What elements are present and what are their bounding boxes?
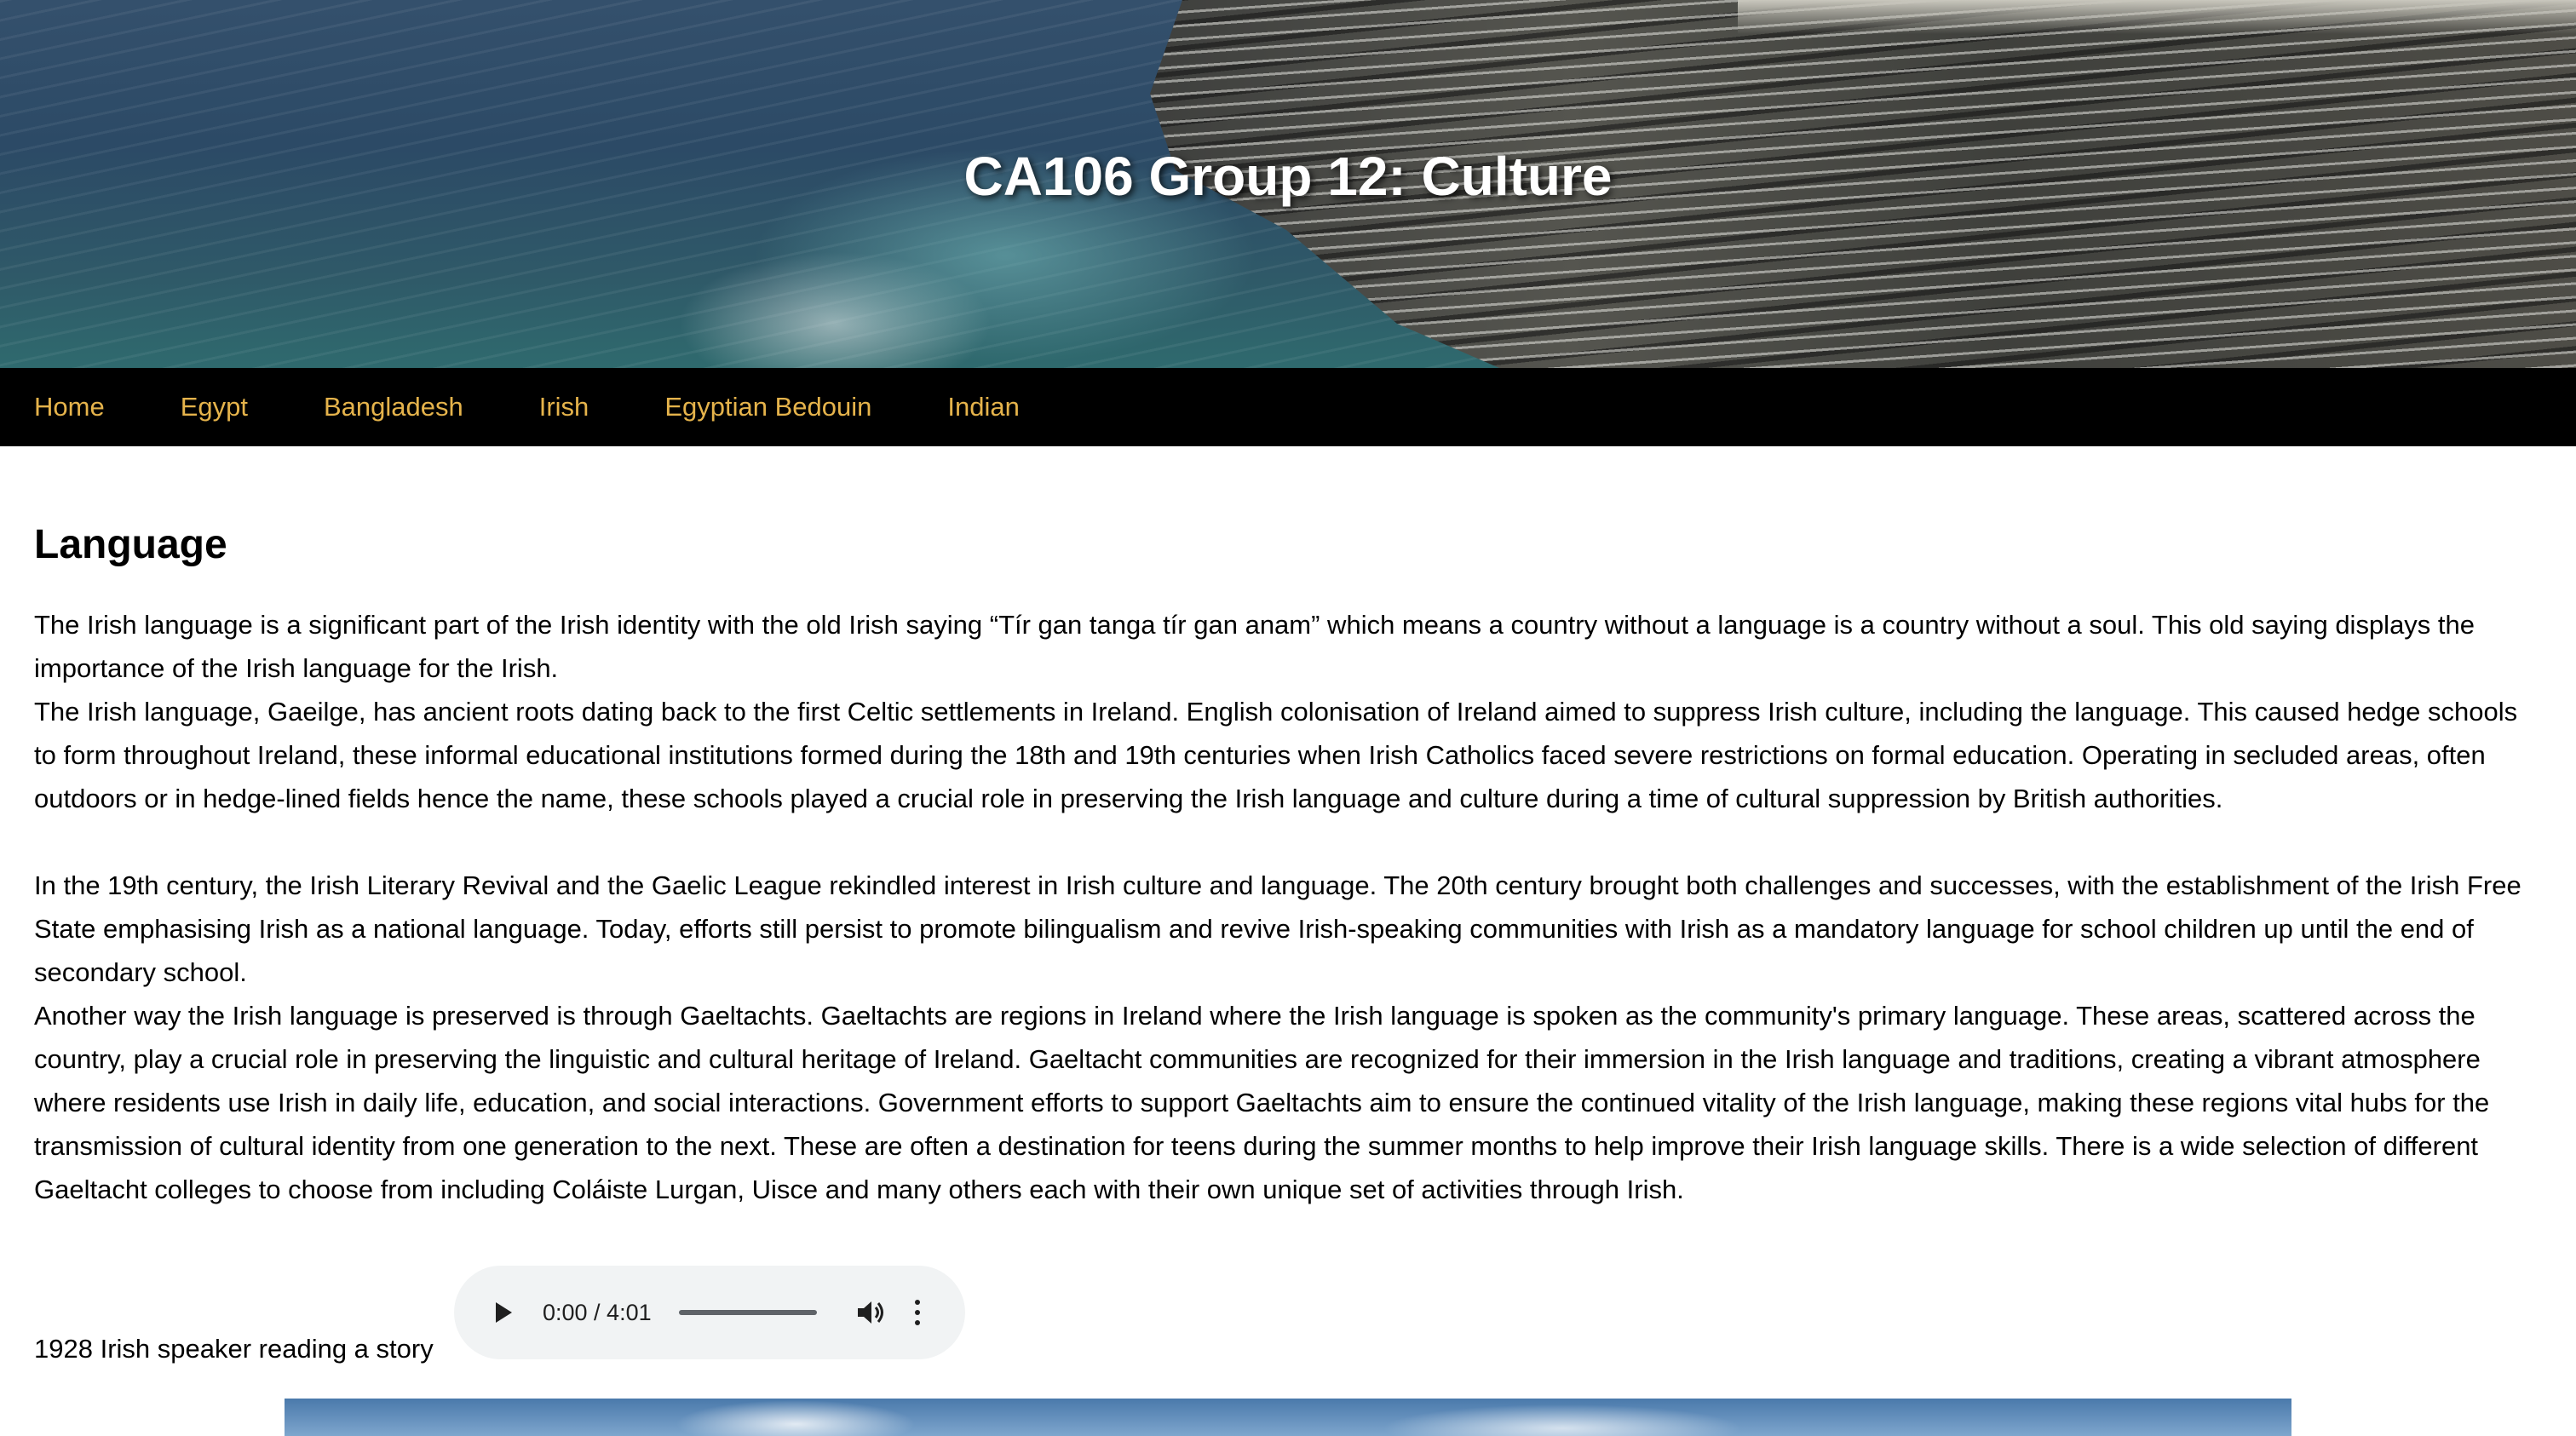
play-icon[interactable] [488, 1297, 519, 1328]
paragraph-history: The Irish language, Gaeilge, has ancient… [34, 697, 2518, 813]
header-banner: CA106 Group 12: Culture [0, 0, 2576, 368]
paragraph-gaeltachts: Another way the Irish language is preser… [34, 1001, 2490, 1204]
more-dot [914, 1310, 920, 1315]
landscape-image [285, 1399, 2291, 1436]
nav-link-bangladesh[interactable]: Bangladesh [324, 392, 463, 422]
paragraph-intro: The Irish language is a significant part… [34, 610, 2475, 683]
nav-link-egypt[interactable]: Egypt [181, 392, 248, 422]
more-dot [914, 1300, 920, 1305]
nav-link-home[interactable]: Home [34, 392, 105, 422]
nav-link-indian[interactable]: Indian [947, 392, 1019, 422]
volume-icon[interactable] [854, 1295, 888, 1330]
audio-section: 1928 Irish speaker reading a story 0:00 … [34, 1266, 1056, 1368]
more-dot [914, 1320, 920, 1325]
main-nav: Home Egypt Bangladesh Irish Egyptian Bed… [0, 368, 2576, 446]
main-content: Language The Irish language is a signifi… [0, 525, 2576, 1211]
nav-link-irish[interactable]: Irish [539, 392, 589, 422]
audio-time: 0:00 / 4:01 [543, 1299, 652, 1325]
audio-seek-bar[interactable] [678, 1310, 817, 1315]
cliff-top-highlight [1738, 0, 2576, 34]
section-heading: Language [34, 522, 227, 567]
paragraph-revival: In the 19th century, the Irish Literary … [34, 870, 2521, 987]
audio-caption: 1928 Irish speaker reading a story [34, 1334, 434, 1364]
nav-link-egyptian-bedouin[interactable]: Egyptian Bedouin [664, 392, 871, 422]
audio-player[interactable]: 0:00 / 4:01 [454, 1266, 965, 1359]
more-options-icon[interactable] [909, 1295, 926, 1330]
site-title: CA106 Group 12: Culture [963, 146, 1613, 207]
